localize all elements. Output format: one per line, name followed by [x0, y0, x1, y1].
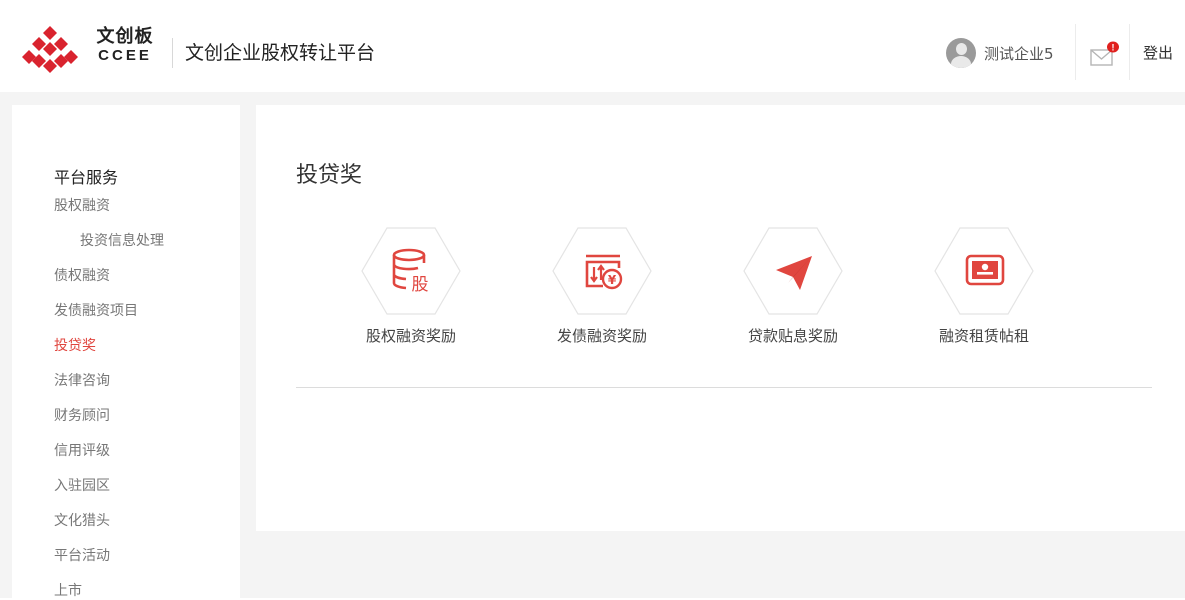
- sidebar-item-financial-advisor[interactable]: 财务顾问: [54, 405, 110, 425]
- sidebar-item-headhunting[interactable]: 文化猎头: [54, 510, 110, 530]
- sidebar: 平台服务 股权融资 投资信息处理 债权融资 发债融资项目 投贷奖 法律咨询 财务…: [12, 105, 240, 600]
- paper-plane-icon: [776, 256, 812, 290]
- sidebar-item-investment-info[interactable]: 投资信息处理: [80, 230, 164, 250]
- card-label: 贷款贴息奖励: [747, 327, 838, 345]
- sidebar-item-investment-loan-award[interactable]: 投贷奖: [54, 335, 96, 355]
- page-title: 投贷奖: [296, 163, 363, 188]
- card-bond-financing-award[interactable]: ¥ 发债融资奖励: [527, 227, 677, 357]
- lease-certificate-icon: [965, 254, 1005, 286]
- messages-button[interactable]: !: [1088, 38, 1124, 70]
- logo-english-name: CCEE: [98, 47, 152, 64]
- sidebar-item-equity-financing[interactable]: 股权融资: [54, 195, 110, 215]
- content-divider: [296, 387, 1152, 388]
- top-header: 文创板 CCEE 文创企业股权转让平台 测试企业5 ! 登出: [0, 0, 1185, 92]
- card-loan-interest-award[interactable]: 贷款贴息奖励: [718, 227, 868, 357]
- card-label: 融资租赁帖租: [938, 327, 1029, 345]
- bond-financing-icon: ¥: [585, 254, 623, 290]
- equity-icon-glyph: 股: [412, 275, 429, 294]
- sidebar-item-bond-projects[interactable]: 发债融资项目: [54, 300, 138, 320]
- sidebar-item-debt-financing[interactable]: 债权融资: [54, 265, 110, 285]
- ccee-logo[interactable]: [22, 24, 78, 76]
- sidebar-item-listing[interactable]: 上市: [54, 580, 82, 600]
- user-name: 测试企业5: [984, 44, 1054, 63]
- sidebar-item-legal-consulting[interactable]: 法律咨询: [54, 370, 110, 390]
- logo-chinese-name: 文创板: [96, 26, 154, 47]
- sidebar-title: 平台服务: [54, 168, 119, 187]
- mail-icon: !: [1090, 41, 1119, 66]
- equity-financing-icon: 股: [392, 248, 429, 294]
- header-separator: [1075, 24, 1076, 80]
- svg-text:!: !: [1112, 43, 1115, 53]
- main-panel: 投贷奖 股 股权融资奖励 ¥ 发债融资奖励 贷款贴息奖励 融资租赁帖租: [256, 105, 1185, 531]
- user-menu[interactable]: 测试企业5: [946, 36, 1054, 70]
- card-financial-lease[interactable]: 融资租赁帖租: [909, 227, 1059, 357]
- sidebar-item-credit-rating[interactable]: 信用评级: [54, 440, 110, 460]
- sidebar-item-platform-events[interactable]: 平台活动: [54, 545, 110, 565]
- ccee-logo-mark-icon: [22, 26, 78, 73]
- header-separator: [1129, 24, 1130, 80]
- avatar: [946, 38, 976, 68]
- card-label: 发债融资奖励: [556, 327, 647, 345]
- logout-button[interactable]: 登出: [1143, 42, 1173, 63]
- header-divider: [172, 38, 173, 68]
- sidebar-item-park-entry[interactable]: 入驻园区: [54, 475, 110, 495]
- yen-glyph: ¥: [608, 273, 617, 287]
- site-title: 文创企业股权转让平台: [185, 42, 376, 64]
- card-equity-financing-award[interactable]: 股 股权融资奖励: [336, 227, 486, 357]
- card-label: 股权融资奖励: [365, 327, 456, 345]
- logo-text: 文创板 CCEE: [90, 27, 160, 65]
